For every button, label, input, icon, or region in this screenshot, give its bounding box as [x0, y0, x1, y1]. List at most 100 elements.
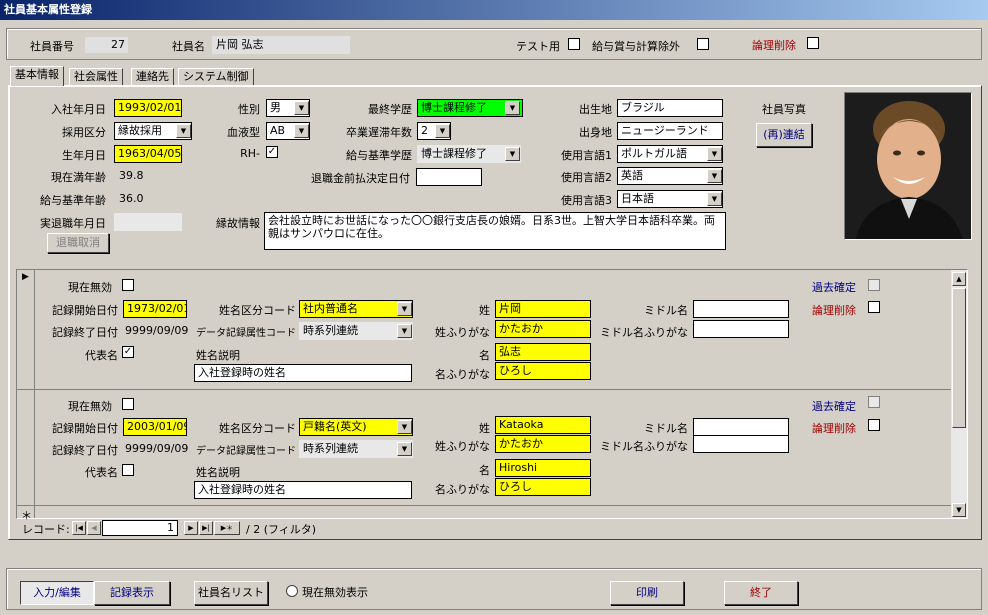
payroll-exclude-checkbox[interactable]	[697, 38, 709, 50]
attr-select[interactable]: 時系列連続	[299, 440, 413, 458]
scroll-thumb[interactable]	[952, 288, 966, 428]
hire-date-field[interactable]: 1993/02/01	[114, 99, 182, 117]
tab-basic[interactable]: 基本情報	[10, 66, 64, 86]
record-view-button[interactable]: 記録表示	[94, 581, 170, 605]
invalid-checkbox[interactable]	[122, 398, 134, 410]
kind-select[interactable]: 戸籍名(英文)	[299, 418, 413, 436]
attr-dropdown-icon[interactable]: ▼	[397, 324, 412, 338]
desc-label: 姓名説明	[196, 466, 240, 479]
mid-kana-field[interactable]	[693, 435, 789, 453]
mid-label: ミドル名	[644, 304, 688, 317]
print-button[interactable]: 印刷	[610, 581, 684, 605]
mid-kana-label: ミドル名ふりがな	[600, 326, 688, 339]
end-value: 9999/09/09	[125, 324, 189, 337]
kind-dropdown-icon[interactable]: ▼	[397, 302, 412, 316]
past-checkbox[interactable]	[868, 279, 880, 291]
hire-date-label: 入社年月日	[51, 103, 106, 116]
relink-button[interactable]: (再)連結	[756, 123, 812, 147]
last-record-icon[interactable]: ▶|	[199, 521, 213, 535]
record-delete-checkbox[interactable]	[868, 419, 880, 431]
edu-dropdown-icon[interactable]: ▼	[505, 101, 520, 115]
attr-label: データ記録属性コード	[196, 328, 296, 339]
start-field[interactable]: 1973/02/01	[123, 300, 187, 318]
mei-field[interactable]: Hiroshi	[495, 459, 591, 477]
retire-field[interactable]	[114, 213, 182, 231]
attr-dropdown-icon[interactable]: ▼	[397, 442, 412, 456]
gender-dropdown-icon[interactable]: ▼	[294, 101, 309, 115]
edu-label: 最終学歴	[368, 103, 412, 116]
lang3-dropdown-icon[interactable]: ▼	[707, 192, 722, 206]
attr-label: データ記録属性コード	[196, 446, 296, 457]
retire-cancel-button[interactable]: 退職取消	[47, 233, 109, 253]
mei-kana-field[interactable]: ひろし	[495, 478, 591, 496]
rh-label: RH-	[240, 147, 260, 160]
record-selector-column	[17, 270, 35, 518]
origin-field[interactable]: ニュージーランド	[617, 122, 723, 140]
lang2-dropdown-icon[interactable]: ▼	[707, 169, 722, 183]
desc-field[interactable]: 入社登録時の姓名	[194, 481, 412, 499]
start-label: 記録開始日付	[52, 304, 118, 317]
mid-field[interactable]	[693, 300, 789, 318]
past-label: 過去確定	[812, 400, 856, 413]
header-panel	[6, 28, 982, 60]
first-record-icon[interactable]: |◀	[72, 521, 86, 535]
lang1-dropdown-icon[interactable]: ▼	[707, 147, 722, 161]
kind-dropdown-icon[interactable]: ▼	[397, 420, 412, 434]
mid-kana-field[interactable]	[693, 320, 789, 338]
rep-label: 代表名	[85, 349, 118, 362]
portrait-image	[845, 93, 971, 239]
delay-dropdown-icon[interactable]: ▼	[435, 124, 450, 138]
past-checkbox[interactable]	[868, 396, 880, 408]
show-invalid-radio[interactable]	[286, 585, 298, 597]
record-delete-checkbox[interactable]	[868, 301, 880, 313]
invalid-label: 現在無効	[68, 400, 112, 413]
scroll-down-icon[interactable]: ▼	[952, 503, 966, 517]
exit-button[interactable]: 終了	[724, 581, 798, 605]
pay-edu-label: 給与基準学歴	[346, 149, 412, 162]
name-list-button[interactable]: 社員名リスト	[194, 581, 268, 605]
emp-no-field: 27	[84, 36, 129, 54]
next-record-icon[interactable]: ▶	[184, 521, 198, 535]
mid-label: ミドル名	[644, 422, 688, 435]
rep-checkbox[interactable]	[122, 464, 134, 476]
payroll-exclude-label: 給与賞与計算除外	[592, 40, 680, 53]
sei-kana-field[interactable]: かたおか	[495, 435, 591, 453]
prev-record-icon[interactable]: ◀	[87, 521, 101, 535]
retire-pay-field[interactable]	[416, 168, 482, 186]
sei-field[interactable]: Kataoka	[495, 416, 591, 434]
past-label: 過去確定	[812, 281, 856, 294]
mei-kana-field[interactable]: ひろし	[495, 362, 591, 380]
tab-social[interactable]: 社会属性	[69, 68, 123, 86]
logical-delete-checkbox[interactable]	[807, 37, 819, 49]
mei-field[interactable]: 弘志	[495, 343, 591, 361]
relation-textarea[interactable]: 会社設立時にお世話になった〇〇銀行支店長の娘婿。日系3世。上智大学日本語科卒業。…	[264, 212, 726, 250]
kind-select[interactable]: 社内普通名	[299, 300, 413, 318]
sei-field[interactable]: 片岡	[495, 300, 591, 318]
desc-field[interactable]: 入社登録時の姓名	[194, 364, 412, 382]
new-record-nav-icon[interactable]: ▶＊	[214, 521, 240, 535]
blood-dropdown-icon[interactable]: ▼	[294, 124, 309, 138]
logical-delete-label: 論理削除	[752, 39, 796, 52]
rh-checkbox[interactable]: ✓	[266, 146, 278, 158]
hire-type-dropdown-icon[interactable]: ▼	[176, 124, 191, 138]
invalid-checkbox[interactable]	[122, 279, 134, 291]
mid-field[interactable]	[693, 418, 789, 436]
nav-label: レコード:	[22, 523, 70, 536]
tab-contact[interactable]: 連絡先	[131, 68, 174, 86]
delay-label: 卒業遅滞年数	[346, 126, 412, 139]
attr-select[interactable]: 時系列連続	[299, 322, 413, 340]
blood-label: 血液型	[227, 126, 260, 139]
tab-system[interactable]: システム制御	[178, 68, 254, 86]
sei-kana-field[interactable]: かたおか	[495, 320, 591, 338]
pay-edu-dropdown-icon[interactable]: ▼	[505, 147, 520, 161]
nav-current-field[interactable]: 1	[102, 520, 178, 536]
edit-button[interactable]: 入力/編集	[20, 581, 94, 605]
start-field[interactable]: 2003/01/09	[123, 418, 187, 436]
birth-field[interactable]: 1963/04/05	[114, 145, 182, 163]
rep-checkbox[interactable]: ✓	[122, 346, 134, 358]
birthplace-field[interactable]: ブラジル	[617, 99, 723, 117]
retire-label: 実退職年月日	[40, 217, 106, 230]
emp-name-field[interactable]: 片岡 弘志	[212, 36, 350, 54]
scroll-up-icon[interactable]: ▲	[952, 272, 966, 286]
test-checkbox[interactable]	[568, 38, 580, 50]
